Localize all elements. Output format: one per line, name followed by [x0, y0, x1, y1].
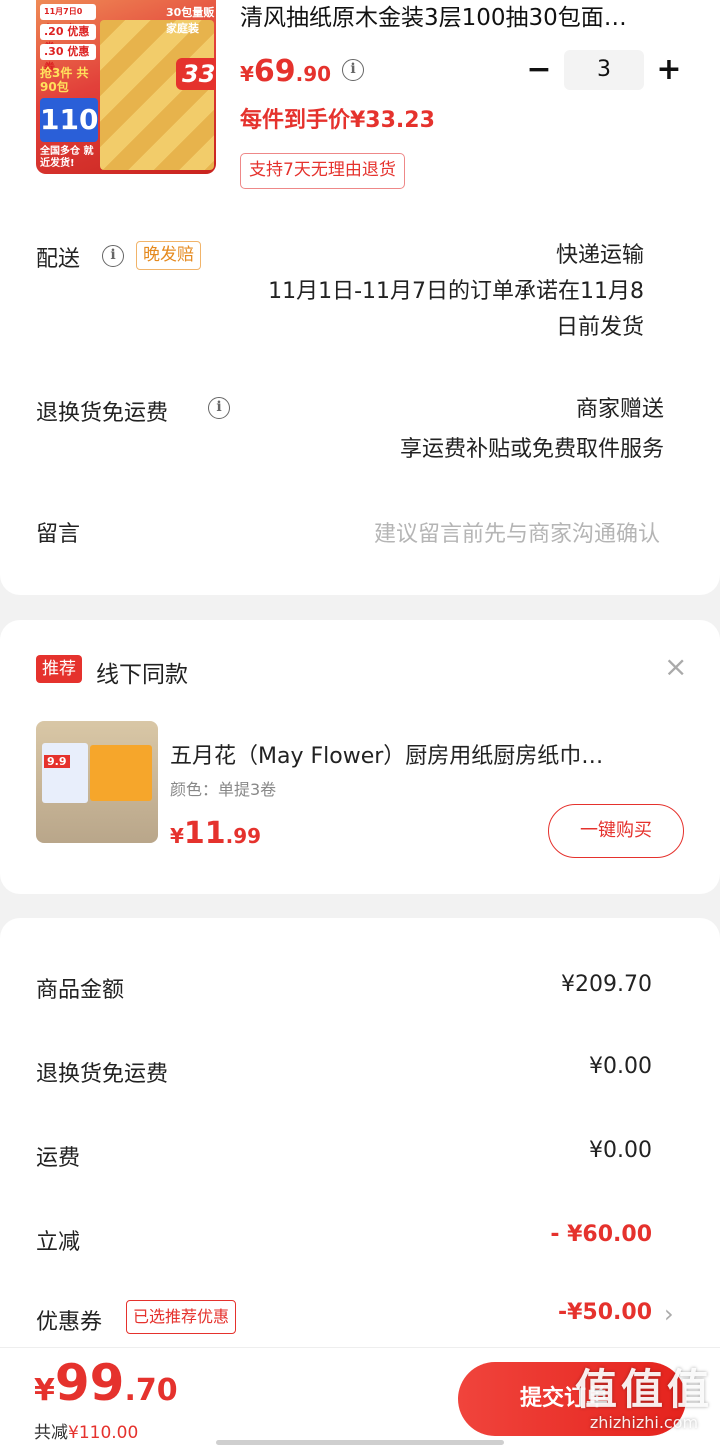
total-currency: ¥ — [34, 1373, 55, 1408]
price-decimal: .90 — [295, 62, 332, 86]
return-shipping-label: 退换货免运费 — [36, 401, 169, 426]
price-info-icon[interactable]: i — [342, 59, 364, 81]
delivery-info-icon[interactable]: i — [102, 245, 124, 267]
shipping-fee-value: ¥0.00 — [589, 1138, 652, 1163]
recommend-product-name[interactable]: 五月花（May Flower）厨房用纸厨房纸巾… — [170, 738, 684, 770]
recommend-product-variant: 颜色：单提3卷 — [170, 780, 277, 799]
quantity-increase-button[interactable]: + — [652, 52, 686, 88]
delivery-method: 快递运输 — [555, 243, 644, 268]
delivery-promise-line-1: 11月1日-11月7日的订单承诺在11月8 — [268, 279, 644, 304]
goods-amount-label: 商品金额 — [36, 978, 125, 1003]
instant-discount-label: 立减 — [36, 1230, 81, 1255]
watermark-site: zhizhizhi.com — [589, 1413, 699, 1432]
total-decimal: .70 — [124, 1373, 178, 1408]
image-strip-coupon-2: .30 优惠券 — [40, 44, 96, 74]
goods-amount-value: ¥209.70 — [561, 972, 652, 997]
delivery-label: 配送 — [36, 247, 81, 272]
late-delivery-compensation-tag: 晚发赔 — [136, 241, 201, 270]
watermark-brand: 值值值 — [574, 1365, 713, 1414]
product-image[interactable]: 30包量贩家庭装 11月7日0点-24点 .20 优惠券 .30 优惠券 抢3件… — [36, 0, 216, 174]
coupon-recommended-tag[interactable]: 已选推荐优惠 — [126, 1300, 237, 1334]
one-click-buy-button[interactable]: 一键购买 — [548, 804, 684, 858]
delivery-promise-line-2: 日前发货 — [555, 315, 644, 340]
return-shipping-line-2: 享运费补贴或免费取件服务 — [399, 437, 664, 462]
price-currency: ¥ — [240, 62, 254, 86]
image-promo-column: 11月7日0点-24点 .20 优惠券 .30 优惠券 抢3件 共90包 110… — [36, 0, 100, 174]
recommend-title: 线下同款 — [96, 662, 188, 688]
home-indicator[interactable] — [216, 1440, 504, 1445]
quantity-input[interactable]: 3 — [564, 50, 644, 90]
image-box-graphic — [42, 743, 88, 803]
instant-discount-value: - ¥60.00 — [550, 1222, 652, 1247]
delivery-details[interactable]: 快递运输 11月1日-11月7日的订单承诺在11月8 日前发货 — [268, 238, 644, 346]
savings-label: 共减 — [34, 1423, 68, 1443]
quantity-decrease-button[interactable]: − — [522, 52, 556, 88]
recommend-product-price: ¥11.99 — [170, 816, 261, 851]
coupon-label: 优惠券 — [36, 1310, 103, 1335]
price-integer: 11 — [183, 816, 226, 851]
recommend-badge: 推荐 — [36, 655, 82, 683]
return-shipping-line-1: 商家赠送 — [575, 397, 664, 422]
close-icon[interactable]: × — [664, 650, 687, 683]
image-pack-graphic — [90, 745, 152, 801]
image-price-badge: 9.9 — [44, 755, 70, 768]
price-currency: ¥ — [170, 824, 184, 848]
image-bottom-text: 全国多仓 就近发货! — [40, 146, 94, 169]
image-strip-date: 11月7日0点-24点 — [40, 4, 96, 32]
return-shipping-fee-value: ¥0.00 — [589, 1054, 652, 1079]
price-integer: 69 — [253, 54, 296, 89]
image-amount: 110 — [40, 98, 98, 142]
image-offer-text: 抢3件 共90包 — [40, 66, 89, 94]
product-pack-graphic — [100, 20, 214, 170]
coupon-value[interactable]: -¥50.00 — [558, 1300, 652, 1325]
message-input[interactable]: 建议留言前先与商家沟通确认 — [374, 516, 660, 548]
per-unit-price: 每件到手价¥33.23 — [240, 108, 435, 133]
message-label: 留言 — [36, 522, 81, 547]
chevron-right-icon[interactable]: › — [664, 1300, 674, 1328]
total-savings: 共减¥110.00 — [34, 1418, 138, 1443]
order-item-card: 30包量贩家庭装 11月7日0点-24点 .20 优惠券 .30 优惠券 抢3件… — [0, 0, 720, 595]
image-top-label: 30包量贩家庭装 — [166, 6, 215, 35]
return-shipping-info-icon[interactable]: i — [208, 397, 230, 419]
image-strip-coupon-1: .20 优惠券 — [40, 24, 96, 54]
savings-amount: ¥110.00 — [68, 1423, 139, 1443]
recommend-product-image[interactable]: 9.9 — [36, 721, 158, 843]
returns-policy-tag: 支持7天无理由退货 — [240, 153, 405, 189]
order-total: ¥99.70 — [34, 1354, 178, 1412]
total-integer: 99 — [54, 1354, 125, 1412]
product-title[interactable]: 清风抽纸原木金装3层100抽30包面… — [240, 0, 680, 32]
price-decimal: .99 — [225, 824, 262, 848]
watermark-logo: 值值值 zhizhizhi.com — [568, 1356, 720, 1446]
shipping-fee-label: 运费 — [36, 1146, 81, 1171]
return-shipping-details: 商家赠送 享运费补贴或免费取件服务 — [400, 390, 664, 470]
return-shipping-fee-label: 退换货免运费 — [36, 1062, 169, 1087]
product-price: ¥69.90 — [240, 54, 331, 89]
recommendation-card: 推荐 线下同款 × 9.9 五月花（May Flower）厨房用纸厨房纸巾… 颜… — [0, 620, 720, 894]
image-price-badge: 33.2 — [176, 58, 216, 90]
